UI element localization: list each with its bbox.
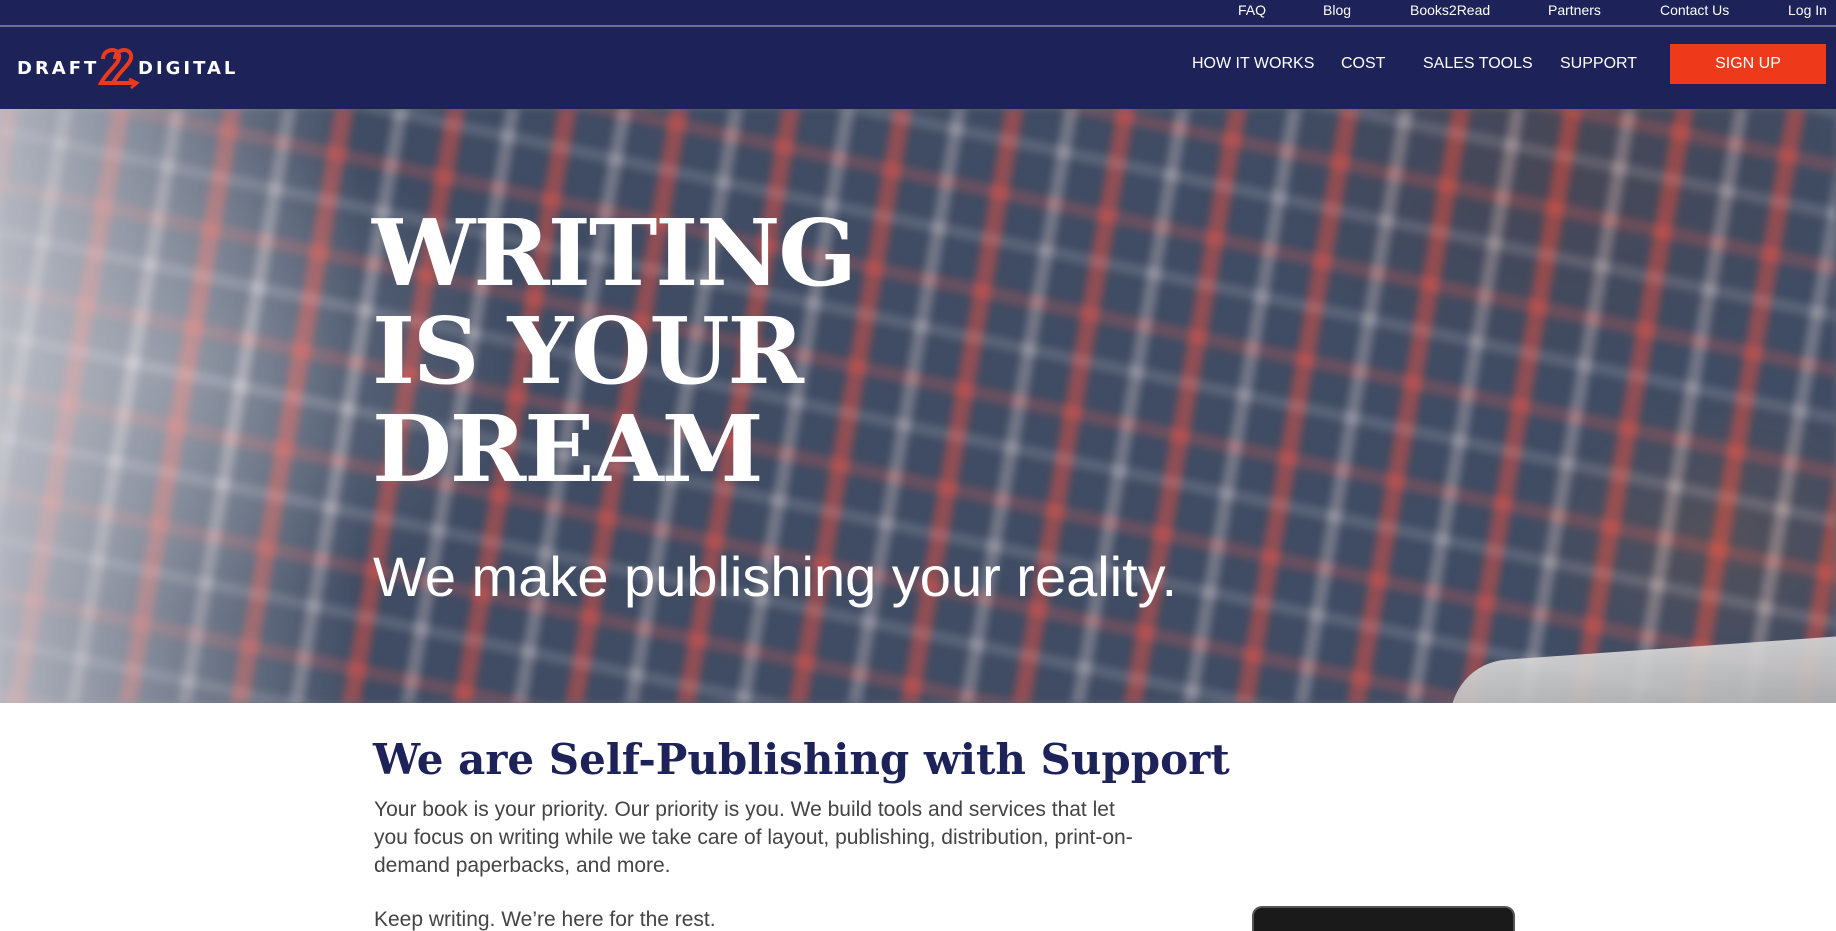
faq-link[interactable]: FAQ <box>1238 2 1266 18</box>
nav-cost[interactable]: COST <box>1341 54 1385 74</box>
intro-body: Your book is your priority. Our priority… <box>374 798 1133 877</box>
books2read-link[interactable]: Books2Read <box>1410 2 1490 18</box>
brand-logo[interactable]: DRAFT DIGITAL <box>17 45 235 89</box>
signup-button[interactable]: SIGN UP <box>1670 44 1826 84</box>
blog-link[interactable]: Blog <box>1323 2 1351 18</box>
contact-us-link[interactable]: Contact Us <box>1660 2 1729 18</box>
nav-support[interactable]: SUPPORT <box>1560 54 1637 74</box>
main-header: DRAFT DIGITAL HOW IT WORKS COST SALES TO… <box>0 27 1836 109</box>
nav-how-it-works[interactable]: HOW IT WORKS <box>1192 54 1314 74</box>
intro-tagline: Keep writing. We’re here for the rest. <box>374 908 716 931</box>
hero-title: WRITING IS YOUR DREAM <box>372 199 857 503</box>
intro-title: We are Self-Publishing with Support <box>373 735 1230 784</box>
nav-sales-tools[interactable]: SALES TOOLS <box>1423 54 1533 74</box>
logo-text-left: DRAFT <box>17 58 100 79</box>
device-image <box>1252 906 1515 931</box>
hero-fade <box>0 109 360 703</box>
logo-numeral-icon <box>97 48 140 89</box>
partners-link[interactable]: Partners <box>1548 2 1601 18</box>
logo-text-right: DIGITAL <box>138 58 239 79</box>
hero-subtitle: We make publishing your reality. <box>373 545 1178 608</box>
hero-banner: WRITING IS YOUR DREAM We make publishing… <box>0 109 1836 703</box>
login-link[interactable]: Log In <box>1788 2 1827 18</box>
utility-bar: FAQ Blog Books2Read Partners Contact Us … <box>0 0 1836 27</box>
